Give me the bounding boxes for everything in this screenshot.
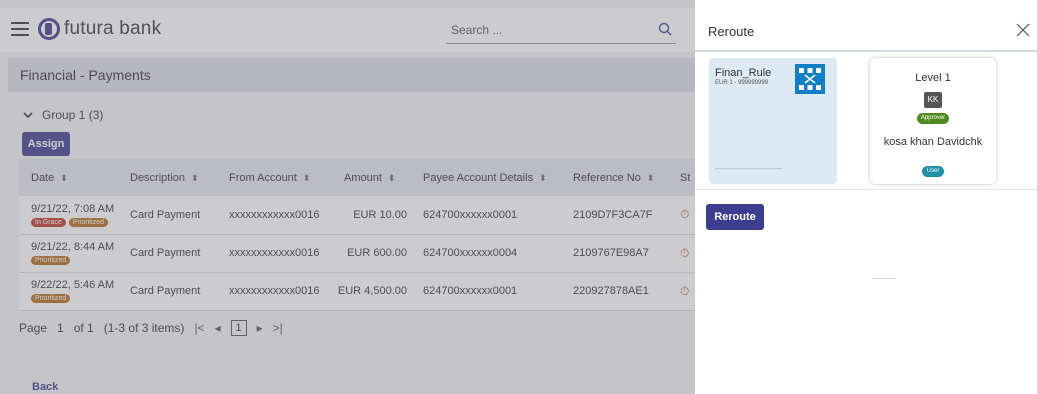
column-header-date[interactable]: Date ⬍ <box>19 159 118 196</box>
status-cell: ⏱ <box>668 234 695 273</box>
column-header-amount[interactable]: Amount ⬍ <box>332 159 411 196</box>
clock-icon: ⏱ <box>680 283 690 298</box>
column-header-status[interactable]: St <box>668 159 695 196</box>
status-cell: ⏱ <box>668 196 695 235</box>
description-cell: Card Payment <box>118 272 217 311</box>
prev-page-icon[interactable]: ◂ <box>215 321 221 335</box>
brand-name: futura bank <box>64 18 162 39</box>
level-title: Level 1 <box>915 72 951 84</box>
divider <box>715 168 783 169</box>
workflow-icon <box>795 64 825 94</box>
approval-level-card[interactable]: Level 1 KK Approver kosa khan Davidchk U… <box>870 58 996 184</box>
sort-icon: ⬍ <box>539 172 547 183</box>
reference-cell: 2109D7F3CA7F <box>561 196 668 235</box>
description-cell: Card Payment <box>118 234 217 273</box>
search-icon[interactable] <box>658 22 672 36</box>
column-header-from-account[interactable]: From Account ⬍ <box>217 159 332 196</box>
items-count: (1-3 of 3 items) <box>103 321 185 335</box>
pagination: Page 1 of 1 (1-3 of 3 items) |< ◂ 1 ▸ >| <box>19 320 293 336</box>
table-row[interactable]: 9/21/22, 8:44 AM Prioritized Card Paymen… <box>19 234 695 273</box>
page-label: Page <box>19 321 48 335</box>
logo-icon <box>38 18 60 40</box>
back-link[interactable]: Back <box>32 381 58 393</box>
reroute-button[interactable]: Reroute <box>706 204 764 230</box>
status-badge: In Grace <box>31 217 66 227</box>
payee-cell: 624700xxxxxx0004 <box>411 234 561 273</box>
rule-card: Finan_Rule EUR 1 - 999999999 <box>709 58 837 184</box>
approver-name: kosa khan Davidchk <box>883 136 983 148</box>
payments-app: futura bank Search ... Financial - Payme… <box>0 0 695 394</box>
page-count: of 1 <box>73 321 94 335</box>
date-cell: 9/21/22, 8:44 AM Prioritized <box>19 234 118 273</box>
sort-icon: ⬍ <box>60 172 68 183</box>
user-badge: User <box>922 166 944 177</box>
status-badge: Prioritized <box>31 294 71 303</box>
status-badge: Prioritized <box>31 256 71 265</box>
table-row[interactable]: 9/22/22, 5:46 AM Prioritized Card Paymen… <box>19 272 695 311</box>
avatar: KK <box>924 92 942 108</box>
clock-icon: ⏱ <box>680 245 690 260</box>
divider <box>695 189 1037 190</box>
sort-icon: ⬍ <box>387 172 396 183</box>
amount-cell: EUR 600.00 <box>332 234 411 273</box>
page-title: Financial - Payments <box>20 67 151 83</box>
reference-cell: 220927878AE1 <box>561 272 668 311</box>
assign-button[interactable]: Assign <box>22 132 70 156</box>
table-row[interactable]: 9/21/22, 7:08 AM In Grace Prioritized Car… <box>19 196 695 235</box>
description-cell: Card Payment <box>118 196 217 235</box>
from-account-cell: xxxxxxxxxxxx0016 <box>217 234 332 273</box>
group-label: Group 1 (3) <box>42 108 104 122</box>
first-page-icon[interactable]: |< <box>194 321 204 335</box>
search-input[interactable]: Search ... <box>451 23 502 37</box>
rule-range: EUR 1 - 999999999 <box>715 80 769 86</box>
table-header-row: Date ⬍ Description ⬍ From Account ⬍ Amount ⬍… <box>19 159 695 196</box>
status-badge: Prioritized <box>68 217 108 227</box>
column-header-payee[interactable]: Payee Account Details ⬍ <box>411 159 561 196</box>
chevron-down-icon <box>23 112 33 119</box>
page-title-bar: Financial - Payments <box>8 58 695 92</box>
sort-icon: ⬍ <box>302 172 311 183</box>
date-cell: 9/21/22, 7:08 AM In Grace Prioritized <box>19 196 118 235</box>
clock-icon: ⏱ <box>680 207 690 222</box>
payee-cell: 624700xxxxxx0001 <box>411 272 561 311</box>
column-header-description[interactable]: Description ⬍ <box>118 159 217 196</box>
reference-cell: 2109767E98A7 <box>561 234 668 273</box>
search-underline <box>446 43 676 44</box>
group-toggle[interactable]: Group 1 (3) <box>22 108 103 122</box>
amount-cell: EUR 10.00 <box>332 196 411 235</box>
panel-title: Reroute <box>708 24 755 39</box>
panel-header: Reroute <box>695 12 1037 52</box>
from-account-cell: xxxxxxxxxxxx0016 <box>217 196 332 235</box>
column-header-reference[interactable]: Reference No ⬍ <box>561 159 668 196</box>
page-number-button[interactable]: 1 <box>230 320 247 336</box>
from-account-cell: xxxxxxxxxxxx0016 <box>217 272 332 311</box>
brand-logo: futura bank <box>38 18 161 40</box>
date-cell: 9/22/22, 5:46 AM Prioritized <box>19 272 118 311</box>
next-page-icon[interactable]: ▸ <box>257 321 263 335</box>
payments-table: Date ⬍ Description ⬍ From Account ⬍ Amount ⬍… <box>19 159 695 311</box>
sort-icon: ⬍ <box>191 172 199 183</box>
top-bar: futura bank Search ... <box>0 8 695 52</box>
hamburger-menu-icon[interactable] <box>11 22 29 36</box>
divider <box>872 278 896 279</box>
status-cell: ⏱ <box>668 272 695 311</box>
payee-cell: 624700xxxxxx0001 <box>411 196 561 235</box>
amount-cell: EUR 4,500.00 <box>332 272 411 311</box>
last-page-icon[interactable]: >| <box>273 321 283 335</box>
reroute-panel: Reroute Finan_Rule EUR 1 - 999999999 Lev… <box>695 0 1037 394</box>
current-page-select[interactable]: 1 <box>57 321 64 335</box>
approver-badge: Approver <box>917 113 949 124</box>
sort-icon: ⬍ <box>646 172 655 183</box>
close-icon[interactable] <box>1016 23 1030 37</box>
rule-name: Finan_Rule <box>715 67 772 79</box>
